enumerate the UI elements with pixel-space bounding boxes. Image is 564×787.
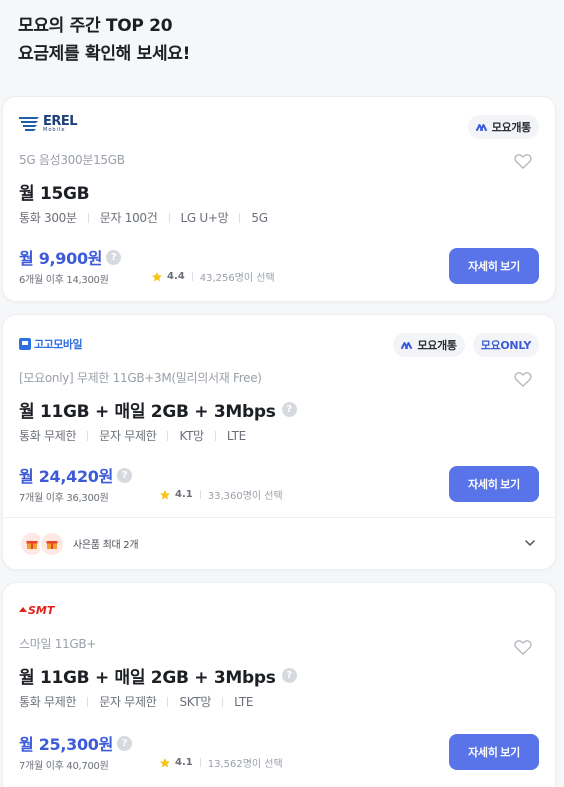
badge-label: 모요개통 bbox=[491, 121, 532, 134]
rating-score: 4.1 bbox=[175, 489, 193, 500]
badge-label: 모요개통 bbox=[417, 339, 457, 352]
plan-card[interactable]: SMT 스마일 11GB+ 월 11GB + 매일 2GB + 3Mbps ? … bbox=[2, 582, 556, 787]
help-icon[interactable]: ? bbox=[106, 249, 122, 265]
badge-moyo-open: 모요개통 bbox=[393, 333, 465, 357]
chevron-down-icon[interactable] bbox=[523, 536, 537, 550]
plan-name-text: 월 11GB + 매일 2GB + 3Mbps bbox=[19, 668, 276, 688]
plan-name: 월 11GB + 매일 2GB + 3Mbps ? bbox=[19, 663, 297, 688]
plan-price: 월 24,420원 ? bbox=[19, 463, 133, 487]
page-header: 모요의 주간 TOP 20 요금제를 확인해 보세요! bbox=[18, 12, 190, 68]
price-text: 월 24,420원 bbox=[19, 467, 114, 486]
star-icon bbox=[160, 757, 170, 767]
spec-network: SKT망 bbox=[179, 695, 212, 709]
spec-call: 통화 무제한 bbox=[19, 429, 77, 443]
heart-icon[interactable] bbox=[513, 151, 533, 171]
gift-icons bbox=[19, 531, 65, 557]
plan-card[interactable]: EREL Mobile 모요개통 5G 음성300분15GB 월 15GB 통화… bbox=[2, 96, 556, 302]
plan-name: 월 11GB + 매일 2GB + 3Mbps ? bbox=[19, 397, 297, 422]
selected-count: 13,562명이 선택 bbox=[207, 759, 283, 770]
plan-price: 월 25,300원 ? bbox=[19, 731, 133, 755]
plan-card[interactable]: 고고모바일 모요개통 모요ONLY [모요only] 무제한 11GB+3M(밀… bbox=[2, 314, 556, 570]
price-text: 월 9,900원 bbox=[19, 249, 103, 268]
moyo-logo-icon bbox=[475, 124, 487, 131]
help-icon[interactable]: ? bbox=[117, 467, 133, 483]
plan-subtitle: 5G 음성300분15GB bbox=[19, 153, 125, 167]
spec-type: LTE bbox=[226, 428, 246, 443]
carrier-logo-text: 고고모바일 bbox=[34, 338, 83, 351]
after-price: 6개월 이후 14,300원 bbox=[19, 275, 109, 286]
gift-row[interactable]: 사은품 최대 2개 bbox=[3, 517, 555, 569]
spec-type: LTE bbox=[234, 694, 254, 709]
plan-specs: 통화 무제한 문자 무제한 SKT망 LTE bbox=[19, 693, 254, 710]
detail-button[interactable]: 자세히 보기 bbox=[449, 466, 539, 502]
gogo-logo-icon bbox=[19, 338, 31, 350]
selected-count: 33,360명이 선택 bbox=[207, 491, 283, 502]
detail-button[interactable]: 자세히 보기 bbox=[449, 248, 539, 284]
heart-icon[interactable] bbox=[513, 637, 533, 657]
badge-moyo-only: 모요ONLY bbox=[472, 333, 539, 357]
spec-type: 5G bbox=[251, 210, 268, 225]
star-icon bbox=[160, 489, 170, 499]
spec-network: LG U+망 bbox=[180, 211, 229, 225]
after-price: 7개월 이후 36,300원 bbox=[19, 493, 109, 504]
carrier-logo-gogo: 고고모바일 bbox=[19, 335, 83, 353]
rating: 4.1 33,360명이 선택 bbox=[159, 487, 283, 502]
spec-sms: 문자 무제한 bbox=[99, 429, 157, 443]
rating-score: 4.1 bbox=[175, 757, 193, 768]
rating: 4.4 43,256명이 선택 bbox=[151, 269, 275, 284]
plan-name-text: 월 15GB bbox=[19, 184, 90, 204]
rating-score: 4.4 bbox=[167, 271, 185, 282]
after-price: 7개월 이후 40,700원 bbox=[19, 761, 109, 772]
detail-button[interactable]: 자세히 보기 bbox=[449, 734, 539, 770]
spec-call: 통화 300분 bbox=[19, 211, 77, 225]
plan-subtitle: [모요only] 무제한 11GB+3M(밀리의서재 Free) bbox=[19, 371, 262, 385]
spec-sms: 문자 무제한 bbox=[99, 695, 157, 709]
carrier-logo-smt: SMT bbox=[19, 601, 54, 619]
spec-sms: 문자 100건 bbox=[99, 211, 158, 225]
header-line-1: 모요의 주간 TOP 20 bbox=[18, 16, 173, 36]
carrier-logo-subtext: Mobile bbox=[43, 127, 66, 133]
badge-moyo-open: 모요개통 bbox=[467, 115, 539, 139]
plan-subtitle: 스마일 11GB+ bbox=[19, 637, 97, 651]
help-icon[interactable]: ? bbox=[281, 402, 297, 417]
selected-count: 43,256명이 선택 bbox=[199, 273, 275, 284]
star-icon bbox=[152, 271, 162, 281]
plan-name-text: 월 11GB + 매일 2GB + 3Mbps bbox=[19, 402, 276, 422]
moyo-logo-icon bbox=[401, 342, 413, 349]
rating: 4.1 13,562명이 선택 bbox=[159, 755, 283, 770]
gift-icon bbox=[39, 531, 65, 557]
plan-price: 월 9,900원 ? bbox=[19, 245, 122, 269]
spec-call: 통화 무제한 bbox=[19, 695, 77, 709]
badge-label: 모요ONLY bbox=[480, 339, 532, 352]
heart-icon[interactable] bbox=[513, 369, 533, 389]
gift-text: 사은품 최대 2개 bbox=[73, 540, 139, 551]
plan-name: 월 15GB bbox=[19, 179, 90, 204]
header-line-2: 요금제를 확인해 보세요! bbox=[18, 44, 191, 64]
spec-network: KT망 bbox=[179, 429, 204, 443]
plan-specs: 통화 무제한 문자 무제한 KT망 LTE bbox=[19, 427, 246, 444]
price-text: 월 25,300원 bbox=[19, 735, 114, 754]
carrier-logo-text: SMT bbox=[28, 603, 55, 617]
plan-specs: 통화 300분 문자 100건 LG U+망 5G bbox=[19, 209, 268, 226]
erel-wing-icon bbox=[19, 117, 39, 131]
help-icon[interactable]: ? bbox=[117, 735, 133, 751]
smt-logo-icon bbox=[19, 607, 27, 612]
carrier-logo-erel: EREL Mobile bbox=[19, 115, 78, 133]
help-icon[interactable]: ? bbox=[281, 668, 297, 683]
